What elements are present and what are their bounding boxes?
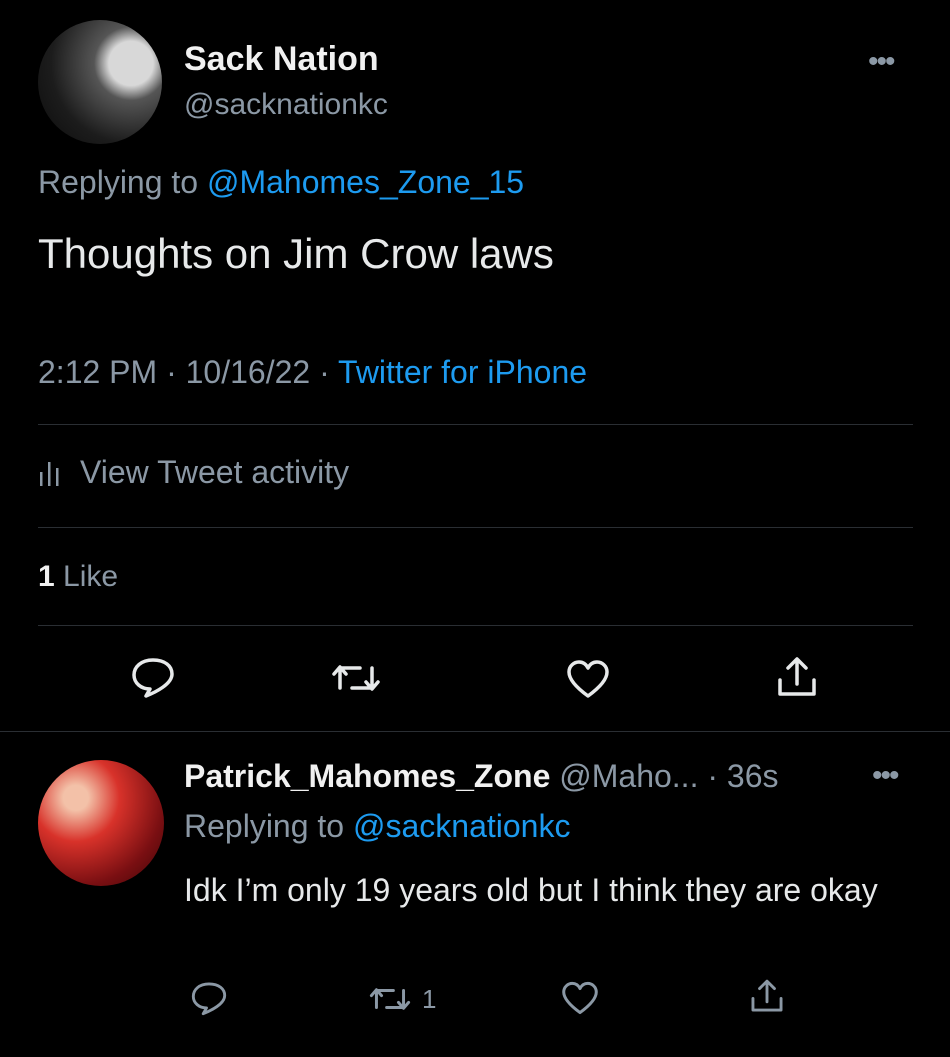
replying-to-link[interactable]: @Mahomes_Zone_15 xyxy=(207,164,524,200)
share-icon[interactable] xyxy=(748,976,786,1016)
reply-author-name[interactable]: Patrick_Mahomes_Zone xyxy=(184,758,550,794)
reply-retweet-button[interactable]: 1 xyxy=(368,982,436,1016)
retweet-icon xyxy=(368,982,412,1016)
reply-text: Idk I’m only 19 years old but I think th… xyxy=(184,872,878,908)
more-icon[interactable]: ••• xyxy=(872,761,899,791)
tweet-time[interactable]: 2:12 PM xyxy=(38,354,157,390)
activity-icon xyxy=(38,458,62,488)
view-tweet-activity-button[interactable]: View Tweet activity xyxy=(38,454,349,491)
replying-to-link[interactable]: @sacknationkc xyxy=(353,808,570,844)
retweet-count: 1 xyxy=(422,983,437,1014)
patrick-mahomes-zone-avatar[interactable] xyxy=(38,760,164,886)
replying-to-line: Replying to @Mahomes_Zone_15 xyxy=(38,164,524,201)
tweet-date[interactable]: 10/16/22 xyxy=(186,354,311,390)
more-icon[interactable]: ••• xyxy=(868,47,895,77)
like-icon[interactable] xyxy=(560,980,600,1016)
author-name[interactable]: Sack Nation xyxy=(184,40,379,79)
reply-icon[interactable] xyxy=(190,980,228,1016)
replying-prefix: Replying to xyxy=(38,164,199,200)
tweet-meta: 2:12 PM · 10/16/22 · Twitter for iPhone xyxy=(38,354,587,391)
replying-prefix: Replying to xyxy=(184,808,345,844)
divider xyxy=(38,625,913,626)
thread-divider xyxy=(0,731,950,732)
divider xyxy=(38,527,913,528)
divider xyxy=(38,424,913,425)
like-icon[interactable] xyxy=(565,658,611,700)
tweet-source-link[interactable]: Twitter for iPhone xyxy=(338,354,587,390)
like-label: Like xyxy=(63,560,119,593)
separator: · xyxy=(166,354,177,390)
reply-header: Patrick_Mahomes_Zone @Maho... · 36s xyxy=(184,758,778,795)
reply-replying-to-line: Replying to @sacknationkc xyxy=(184,808,570,845)
sack-nation-avatar[interactable] xyxy=(38,20,162,144)
separator: · xyxy=(319,354,330,390)
reply-handle-time[interactable]: @Maho... · 36s xyxy=(559,758,778,794)
activity-label: View Tweet activity xyxy=(80,454,350,490)
likes-stat[interactable]: 1 Like xyxy=(38,560,118,594)
author-handle[interactable]: @sacknationkc xyxy=(184,88,388,122)
tweet-text: Thoughts on Jim Crow laws xyxy=(38,230,554,277)
share-icon[interactable] xyxy=(774,654,820,700)
reply-icon[interactable] xyxy=(130,656,176,698)
retweet-icon[interactable] xyxy=(330,658,382,698)
like-count: 1 xyxy=(38,560,55,593)
